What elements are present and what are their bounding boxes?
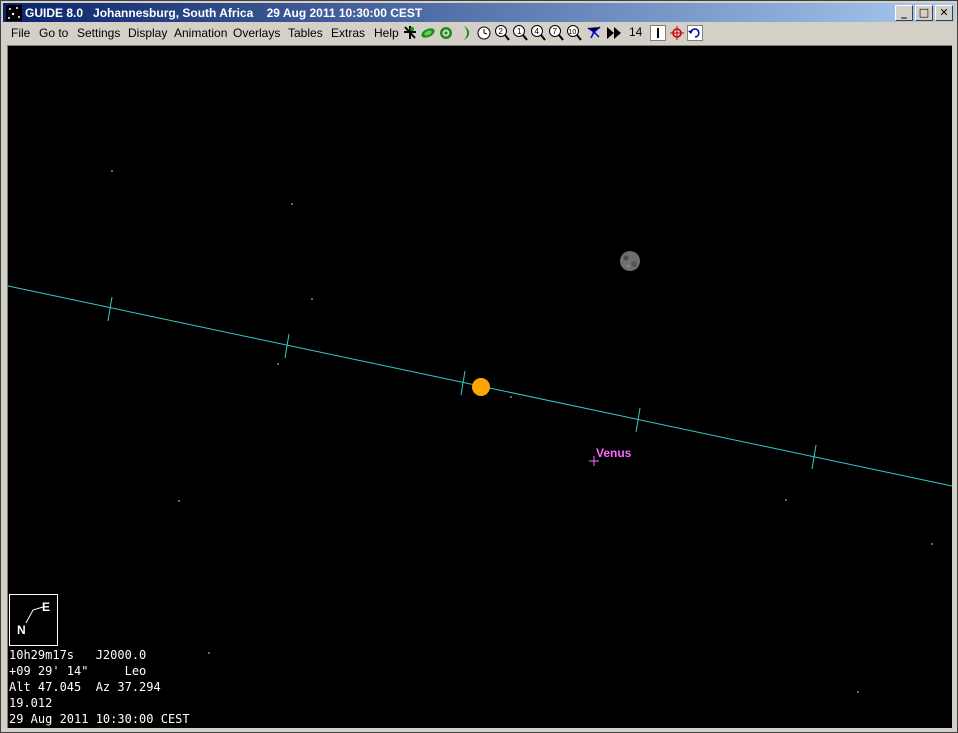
compass-rose: N E <box>9 594 58 646</box>
app-icon <box>6 5 22 21</box>
dec-readout: +09 29' 14" Leo <box>9 664 147 678</box>
moon-icon[interactable] <box>456 24 472 41</box>
ecliptic-tick <box>284 333 290 359</box>
step-back-icon[interactable] <box>650 24 666 41</box>
venus-label: Venus <box>596 446 632 460</box>
toggle-grid-icon[interactable] <box>402 24 418 41</box>
undo-icon[interactable] <box>687 24 703 41</box>
menu-display[interactable]: Display <box>128 26 167 40</box>
menu-extras[interactable]: Extras <box>331 26 365 40</box>
zoom-1-icon[interactable]: 1 <box>512 24 528 41</box>
datetime-readout: 29 Aug 2011 10:30:00 CEST <box>9 712 190 726</box>
step-label-icon[interactable]: 14 <box>629 24 645 41</box>
window-title: GUIDE 8.0 Johannesburg, South Africa 29 … <box>25 6 423 20</box>
menu-overlays[interactable]: Overlays <box>233 26 280 40</box>
altaz-readout: Alt 47.045 Az 37.294 <box>9 680 161 694</box>
svg-text:7: 7 <box>553 27 558 36</box>
svg-text:1: 1 <box>517 27 522 36</box>
app-window: GUIDE 8.0 Johannesburg, South Africa 29 … <box>0 0 958 733</box>
sun-marker[interactable] <box>472 378 490 396</box>
moon-marker[interactable] <box>620 251 640 271</box>
close-button[interactable]: ✕ <box>935 5 953 21</box>
menu-animation[interactable]: Animation <box>174 26 227 40</box>
star-chart-icon[interactable] <box>586 24 602 41</box>
menu-file[interactable]: File <box>11 26 30 40</box>
clock-icon[interactable] <box>476 24 492 41</box>
maximize-button[interactable]: □ <box>915 5 933 21</box>
field-readout: 19.012 <box>9 696 53 710</box>
background-stars <box>111 170 933 693</box>
target-icon[interactable] <box>438 24 454 41</box>
planet-icon[interactable] <box>420 24 436 41</box>
chart-canvas[interactable] <box>8 46 952 728</box>
menu-tables[interactable]: Tables <box>288 26 323 40</box>
svg-text:2: 2 <box>499 27 504 36</box>
zoom-2-icon[interactable]: 2 <box>494 24 510 41</box>
menu-goto[interactable]: Go to <box>39 26 68 40</box>
sky-chart[interactable]: Venus N E 10h29m17s J2000.0 +09 29' 14" … <box>7 45 952 728</box>
minimize-button[interactable]: _ <box>895 5 913 21</box>
ecliptic-tick <box>107 296 113 322</box>
zoom-10-icon[interactable]: 10 <box>566 24 582 41</box>
window-controls: _ □ ✕ <box>893 5 953 21</box>
compass-east-label: E <box>42 600 51 614</box>
compass-north-label: N <box>17 623 26 637</box>
zoom-4-icon[interactable]: 4 <box>530 24 546 41</box>
crosshair-icon[interactable] <box>669 24 685 41</box>
zoom-7-icon[interactable]: 7 <box>548 24 564 41</box>
ra-readout: 10h29m17s J2000.0 <box>9 648 147 662</box>
menu-settings[interactable]: Settings <box>77 26 120 40</box>
svg-text:10: 10 <box>569 29 577 36</box>
svg-text:4: 4 <box>535 27 540 36</box>
menu-help[interactable]: Help <box>374 26 399 40</box>
title-bar[interactable]: GUIDE 8.0 Johannesburg, South Africa 29 … <box>3 3 955 22</box>
fast-forward-icon[interactable] <box>606 24 622 41</box>
